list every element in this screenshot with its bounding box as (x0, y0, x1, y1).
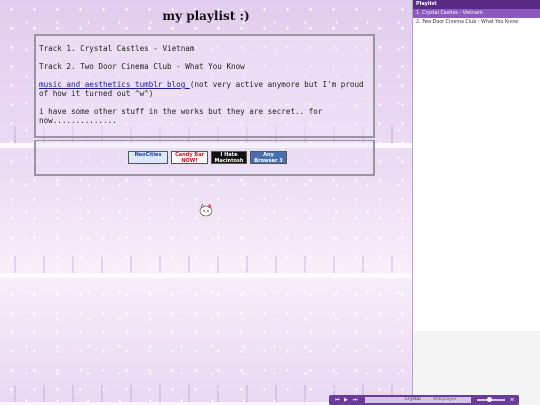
candy-bar-badge[interactable]: Candy Bar NOW! (171, 151, 208, 164)
player-brand: Wikiplayer (433, 397, 457, 402)
track-1-text: Track 1. Crystal Castles - Vietnam (39, 44, 195, 53)
now-playing-track: Crystal (405, 397, 421, 402)
tumblr-blog-link[interactable]: music and aesthetics tumblr blog (39, 80, 190, 89)
any-browser-badge[interactable]: Any Browser 3 (250, 151, 287, 164)
track-2-text: Track 2. Two Door Cinema Club - What You… (39, 62, 245, 71)
previous-track-icon[interactable]: ⏮ (335, 397, 340, 403)
playlist-toggle-icon[interactable]: ≡ (510, 397, 514, 403)
snowy-trees-decoration (0, 256, 412, 278)
playlist-content-box: Track 1. Crystal Castles - Vietnam Track… (34, 34, 375, 138)
secret-text: i have some other stuff in the works but… (39, 107, 323, 125)
hello-kitty-icon (199, 203, 213, 217)
playlist-panel: Playlist 1. Crystal Castles - Vietnam 2.… (412, 0, 540, 405)
music-player-bar: ⏮ ▶ ⏭ Crystal Wikiplayer ≡ (329, 395, 519, 405)
playlist-item[interactable]: 2. Two Door Cinema Club - What You Know (413, 18, 540, 27)
page-title: my playlist :) (162, 9, 250, 23)
next-track-icon[interactable]: ⏭ (353, 397, 358, 403)
player-display: Crystal Wikiplayer (365, 397, 471, 403)
neocities-badge[interactable]: NeoCities (128, 151, 168, 164)
i-hate-macintosh-badge[interactable]: I Hate Macintosh (211, 151, 247, 164)
blog-paragraph: music and aesthetics tumblr blog (not ve… (39, 80, 370, 98)
badge-strip: NeoCities Candy Bar NOW! I Hate Macintos… (34, 140, 375, 176)
playlist-list: 1. Crystal Castles - Vietnam 2. Two Door… (413, 9, 540, 331)
playlist-header: Playlist (413, 0, 540, 9)
volume-knob[interactable] (487, 397, 492, 402)
play-icon[interactable]: ▶ (344, 397, 348, 403)
playlist-item[interactable]: 1. Crystal Castles - Vietnam (413, 9, 540, 18)
